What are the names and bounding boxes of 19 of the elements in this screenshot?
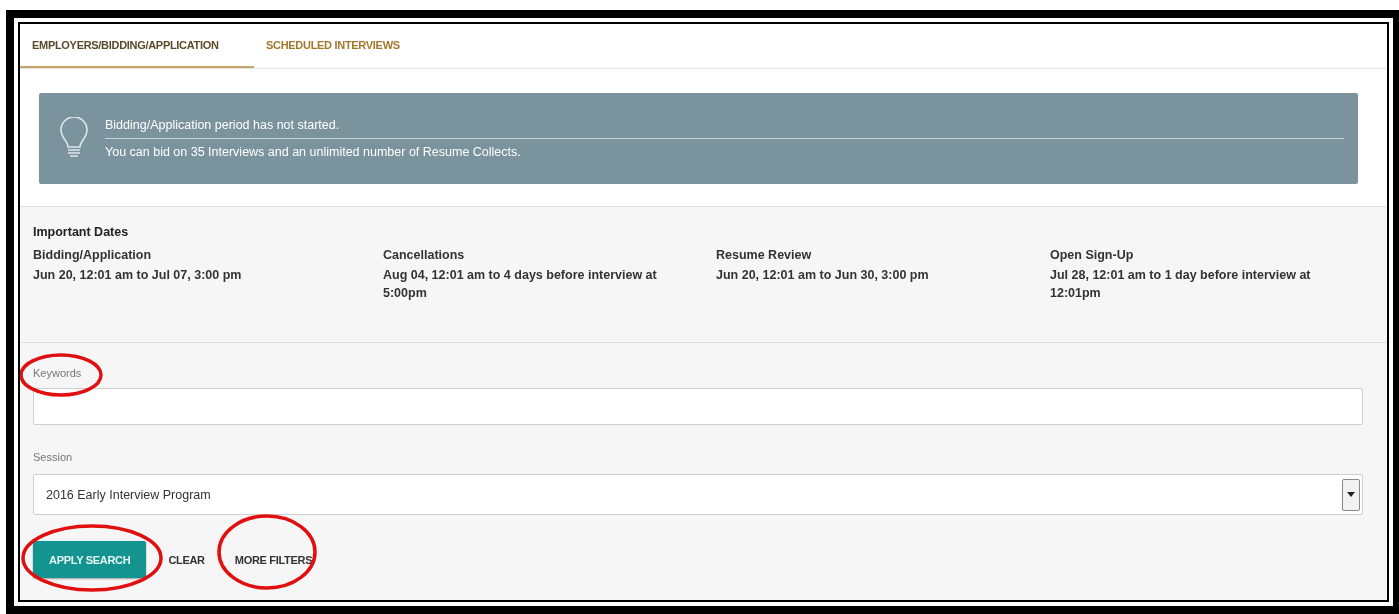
date-value: Jun 20, 12:01 am to Jun 30, 3:00 pm <box>716 267 930 284</box>
date-value: Jul 28, 12:01 am to 1 day before interview at 12:01pm <box>1050 267 1312 302</box>
text-button[interactable]: MORE FILTERS <box>226 541 321 578</box>
date-label: Bidding/Application <box>33 248 153 262</box>
alert-message: Bidding/Application period has not started. <box>105 117 341 134</box>
section-title: Important Dates <box>33 225 130 239</box>
session-dropdown[interactable]: 2016 Early Interview Program <box>33 474 1363 515</box>
field-label: Keywords <box>33 367 82 379</box>
tab[interactable]: SCHEDULED INTERVIEWS <box>254 24 418 68</box>
date-value: Jun 20, 12:01 am to Jul 07, 3:00 pm <box>33 267 243 284</box>
date-label: Open Sign-Up <box>1050 248 1135 262</box>
tab[interactable]: EMPLOYERS/BIDDING/APPLICATION <box>20 24 254 68</box>
alert-detail: You can bid on 35 Interviews and an unlimited number of Resume Collects. <box>105 144 522 161</box>
field-label: Session <box>33 451 73 463</box>
date-value: Aug 04, 12:01 am to 4 days before interview at 5:00pm <box>383 267 658 302</box>
date-label: Cancellations <box>383 248 466 262</box>
date-label: Resume Review <box>716 248 813 262</box>
keywords-field[interactable] <box>33 388 1363 425</box>
text-button[interactable]: CLEAR <box>160 541 213 578</box>
